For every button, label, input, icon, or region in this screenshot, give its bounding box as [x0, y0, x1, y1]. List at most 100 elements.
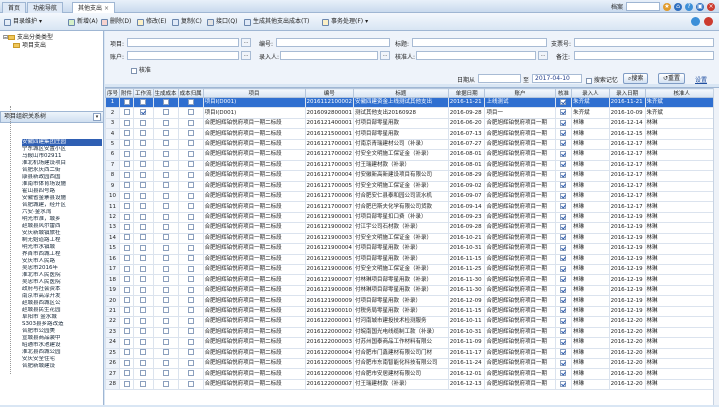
org-tree-item[interactable]: 昭通市水池建设 — [22, 342, 102, 349]
home-icon[interactable]: ⌂ — [674, 2, 682, 11]
row-checkbox[interactable] — [140, 286, 147, 293]
row-checkbox[interactable] — [140, 328, 147, 335]
org-tree-item[interactable]: 淮北县西城公园 — [22, 349, 102, 356]
archive-select[interactable] — [626, 2, 660, 11]
row-checkbox[interactable] — [123, 182, 130, 189]
project-field[interactable] — [127, 38, 239, 47]
column-header[interactable]: 标题 — [353, 88, 449, 98]
row-checkbox[interactable] — [162, 130, 169, 137]
row-checkbox[interactable] — [187, 317, 194, 324]
org-tree-item[interactable]: 南京市高淳开发 — [22, 293, 102, 300]
table-row[interactable]: 12 合肥旭辉铂悦府项目一期二标段 2016121900001 付项目部零星扣口费（补… — [105, 211, 719, 224]
row-checkbox[interactable] — [187, 338, 194, 345]
row-checkbox[interactable] — [162, 171, 169, 178]
org-tree-item[interactable]: 界首市西城工程 — [22, 251, 102, 258]
row-checkbox[interactable] — [123, 223, 130, 230]
row-checkbox[interactable] — [162, 140, 169, 147]
add-button[interactable]: 新增(A) — [68, 16, 98, 28]
org-tree-item[interactable]: 吴忠市2016年 — [22, 265, 102, 272]
row-checkbox[interactable] — [140, 359, 147, 366]
table-row[interactable]: 16 合肥旭辉铂悦府项目一期二标段 2016121900005 付项目部零星用款（补录… — [105, 253, 719, 266]
account-picker-button[interactable]: … — [241, 51, 251, 60]
search-memory-checkbox[interactable] — [586, 77, 592, 84]
row-checkbox[interactable] — [140, 234, 147, 241]
row-checkbox[interactable] — [140, 150, 147, 157]
row-checkbox[interactable] — [123, 276, 130, 283]
row-checkbox[interactable] — [162, 119, 169, 126]
row-checkbox[interactable] — [187, 276, 194, 283]
table-row[interactable]: 27 合肥旭辉铂悦府项目一期二标段 2016122000006 付合肥市安居建材有限公… — [105, 368, 719, 380]
tree-root[interactable]: ⊟ 支出分类类型 — [3, 34, 53, 42]
remark-field[interactable] — [574, 51, 714, 60]
row-checkbox[interactable] — [187, 140, 194, 147]
org-tree-item[interactable]: 阜阳市 金水城 — [22, 314, 102, 321]
row-checkbox[interactable] — [123, 130, 130, 137]
row-checkbox[interactable] — [123, 109, 130, 116]
org-tree-item[interactable]: 宣城县商品装中 — [22, 335, 102, 342]
table-row[interactable]: 1 项目I(D001) 2016112100002 安徽四建资金上线测试其他支出 201… — [105, 96, 719, 109]
table-row[interactable]: 17 合肥旭辉铂悦府项目一期二标段 2016121900006 付安全文明施工保证金（… — [105, 263, 719, 276]
row-checkbox[interactable] — [187, 307, 194, 314]
row-checkbox[interactable] — [140, 338, 147, 345]
row-checkbox[interactable] — [187, 119, 194, 126]
table-row[interactable]: 7 合肥旭辉铂悦府项目一期二标段 2016121700003 付王瑞建材款（补录） 20… — [105, 159, 719, 172]
row-checkbox[interactable] — [187, 234, 194, 241]
org-tree-item[interactable]: 淮南市体育场设施 — [22, 181, 102, 188]
row-checkbox[interactable] — [187, 98, 194, 105]
table-row[interactable]: 26 合肥旭辉铂悦府项目一期二标段 2016122000005 付合肥市东南智能化科技… — [105, 357, 719, 370]
row-checkbox[interactable] — [187, 203, 194, 210]
row-checkbox[interactable] — [123, 203, 130, 210]
column-header[interactable]: 项目 — [202, 88, 306, 98]
row-checkbox[interactable] — [140, 317, 147, 324]
org-tree-item[interactable]: 安庆安全住宅 — [22, 356, 102, 363]
row-checkbox[interactable] — [140, 297, 147, 304]
org-tree-item[interactable]: 赵城县风尔雷西 — [22, 223, 102, 230]
row-checkbox[interactable] — [187, 359, 194, 366]
org-tree-item[interactable]: 明光市淮，城乡 — [22, 216, 102, 223]
search-button[interactable]: ⌕搜索 — [623, 73, 649, 84]
column-header[interactable]: 录入日期 — [608, 88, 646, 98]
settings-link[interactable]: 设置 — [695, 75, 707, 84]
org-tree-item[interactable]: 赵城县民生花园 — [22, 307, 102, 314]
table-row[interactable]: 28 合肥旭辉铂悦府项目一期二标段 2016122000007 付王瑞建材款（补录） 2… — [105, 378, 719, 391]
row-checkbox[interactable] — [140, 140, 147, 147]
row-checkbox[interactable] — [187, 255, 194, 262]
column-header[interactable]: 生成成本 — [152, 88, 179, 98]
row-checkbox[interactable] — [162, 234, 169, 241]
table-row[interactable]: 13 合肥旭辉铂悦府项目一期二标段 2016121900002 付江宇公司石材款（补录… — [105, 222, 719, 234]
vertical-scrollbar[interactable] — [713, 88, 719, 405]
row-checkbox[interactable] — [187, 171, 194, 178]
row-checkbox[interactable] — [162, 255, 169, 262]
row-checkbox[interactable] — [123, 234, 130, 241]
row-checkbox[interactable] — [140, 380, 147, 387]
delete-button[interactable]: 删除(D) — [101, 16, 131, 28]
row-checkbox[interactable] — [187, 328, 194, 335]
project-picker-button[interactable]: … — [241, 38, 251, 47]
table-row[interactable]: 21 合肥旭辉铂悦府项目一期二标段 2016121900010 付税务局零星用款（补录… — [105, 305, 719, 318]
row-checkbox[interactable] — [140, 161, 147, 168]
payable-field[interactable] — [574, 38, 714, 47]
row-checkbox[interactable] — [162, 244, 169, 251]
row-checkbox[interactable] — [123, 150, 130, 157]
column-header[interactable]: 核准 — [554, 88, 573, 98]
row-checkbox[interactable] — [187, 130, 194, 137]
row-checkbox[interactable] — [162, 317, 169, 324]
column-header[interactable]: 核准人 — [644, 88, 719, 98]
org-tree-item[interactable]: 安庆新城镇旅社 — [22, 230, 102, 237]
org-tree-item[interactable]: 霍山县四号路 — [22, 188, 102, 195]
table-row[interactable]: 5 合肥旭辉铂悦府项目一期二标段 2016121700001 付南京青瑞建材公司（补录… — [105, 138, 719, 151]
row-checkbox[interactable] — [140, 182, 147, 189]
tab-other-expense[interactable]: 其他支出 × — [72, 2, 116, 13]
table-row[interactable]: 15 合肥旭辉铂悦府项目一期二标段 2016121900004 付项目部零星用款（补录… — [105, 243, 719, 255]
org-tree-item[interactable]: 制无始道路工程 — [22, 237, 102, 244]
row-checkbox[interactable] — [123, 328, 130, 335]
org-tree-item[interactable]: 康县新政园西国 — [22, 174, 102, 181]
org-tree-item[interactable]: 赵城县西城区公 — [22, 300, 102, 307]
tree-item-project-expense[interactable]: 项目支出 — [3, 42, 53, 50]
table-row[interactable]: 8 合肥旭辉铂悦府项目一期二标段 2016121700004 付安徽新高新建设项目有限… — [105, 170, 719, 182]
org-tree-item[interactable]: 合肥新城建设 — [22, 363, 102, 370]
column-header[interactable]: 录入人 — [571, 88, 610, 98]
row-checkbox[interactable] — [162, 286, 169, 293]
date-from-field[interactable] — [478, 74, 521, 83]
row-checkbox[interactable] — [123, 307, 130, 314]
